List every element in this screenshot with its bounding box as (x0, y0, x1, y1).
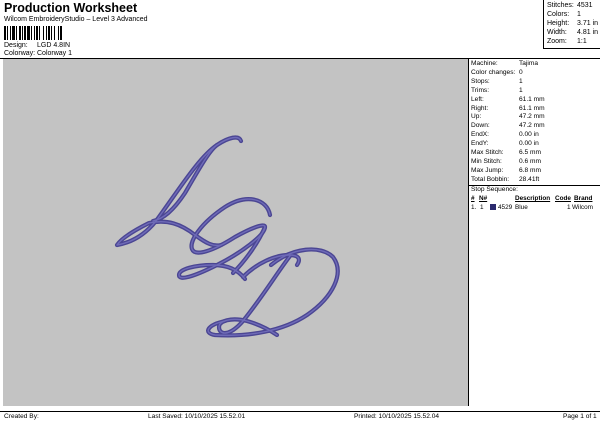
info-value: 1 (519, 77, 523, 85)
info-value: Tajima (519, 60, 539, 67)
info-row: Up: 47.2 mm (471, 113, 545, 120)
design-value: LGD 4.8IN (37, 42, 71, 49)
info-label: Trims: (471, 86, 490, 94)
row-brand: Wilcom (572, 204, 593, 211)
footer-last-saved: Last Saved: 10/10/2025 15.52.01 (148, 413, 246, 420)
thread-color-swatch (490, 204, 496, 210)
info-value: 0 (519, 68, 523, 76)
info-value: 61.1 mm (519, 95, 545, 103)
stat-height: Height: 3.71 in (547, 20, 599, 27)
col-number: N# (479, 195, 488, 202)
info-value: 0.00 in (519, 131, 539, 139)
info-label: Min Stitch: (471, 157, 502, 165)
info-label: Total Bobbin: (471, 175, 510, 183)
info-row: Down: 47.2 mm (471, 122, 545, 129)
info-row: EndX: 0.00 in (471, 131, 539, 138)
info-value: 61.1 mm (519, 104, 545, 112)
worksheet-page: Production Worksheet Wilcom EmbroiderySt… (0, 0, 600, 424)
info-row: Trims: 1 (471, 87, 523, 94)
info-label: Down: (471, 122, 490, 130)
table-row: 1. 1 4529 Blue 1 Wilcom (471, 204, 599, 212)
stat-width: Width: 4.81 in (547, 29, 599, 36)
info-label: Stops: (471, 77, 490, 85)
info-label: Right: (471, 104, 489, 112)
page-title: Production Worksheet (4, 1, 138, 15)
info-value: 1 (519, 86, 523, 94)
colorway-value: Colorway 1 (37, 50, 73, 57)
info-label: EndX: (471, 131, 489, 139)
info-value: 47.2 mm (519, 122, 545, 130)
row-description: Blue (515, 204, 528, 211)
design-preview (3, 59, 468, 406)
info-row: Stops: 1 (471, 78, 523, 85)
footer-page-number: Page 1 of 1 (563, 413, 597, 420)
info-value: 0.6 mm (519, 157, 541, 165)
col-code: Code (555, 195, 571, 202)
info-label: EndY: (471, 140, 489, 148)
info-label: Color changes: (471, 68, 516, 76)
footer-divider (0, 411, 600, 412)
machine-info-panel: Machine: Tajima Color changes: 0 Stops: 1 Trim… (468, 59, 600, 406)
row-code: 1 (567, 204, 571, 211)
info-row: Max Jump: 6.8 mm (471, 167, 541, 174)
info-label: Machine: (471, 60, 498, 67)
row-index: 1. (471, 204, 477, 211)
info-row: EndY: 0.00 in (471, 140, 539, 147)
stats-panel: Stitches: 4531 Colors: 1 Height: 3.71 in Wi… (543, 0, 600, 49)
info-row: Color changes: 0 (471, 69, 523, 76)
info-value: 6.5 mm (519, 149, 541, 156)
row-number: 1 (480, 204, 484, 211)
design-label: Design: (4, 42, 28, 49)
footer-printed: Printed: 10/10/2025 15.52.04 (354, 413, 440, 420)
footer-created-by: Created By: (4, 413, 39, 420)
info-label: Max Stitch: (471, 149, 504, 156)
info-row: Machine: Tajima (471, 60, 538, 67)
design-barcode (4, 26, 70, 40)
info-value: 28.41ft (519, 175, 540, 183)
design-row: Design: LGD 4.8IN (4, 42, 70, 49)
monogram-lgd (114, 135, 340, 338)
info-value: 47.2 mm (519, 113, 545, 121)
info-label: Max Jump: (471, 166, 504, 174)
info-row: Min Stitch: 0.6 mm (471, 158, 541, 165)
info-row: Right: 61.1 mm (471, 105, 545, 112)
stat-colors: Colors: 1 (547, 11, 581, 18)
info-label: Up: (471, 113, 482, 121)
info-row: Total Bobbin: 28.41ft (471, 176, 539, 183)
row-stitches: 4529 (498, 204, 513, 211)
colorway-label: Colorway: (4, 50, 36, 57)
colorway-row: Colorway: Colorway 1 (4, 50, 72, 57)
info-value: 0.00 in (519, 140, 539, 148)
stop-sequence-title: Stop Sequence: (471, 186, 518, 193)
stat-zoom: Zoom: 1:1 (547, 38, 587, 45)
info-row: Max Stitch: 6.5 mm (471, 149, 541, 156)
info-label: Left: (471, 95, 484, 103)
col-brand: Brand (574, 195, 593, 202)
info-value: 6.8 mm (519, 166, 541, 174)
stat-stitches: Stitches: 4531 (547, 2, 593, 9)
col-description: Description (515, 195, 551, 202)
software-name: Wilcom EmbroideryStudio – Level 3 Advanc… (4, 16, 148, 23)
col-index: # (471, 195, 475, 202)
info-row: Left: 61.1 mm (471, 96, 545, 103)
